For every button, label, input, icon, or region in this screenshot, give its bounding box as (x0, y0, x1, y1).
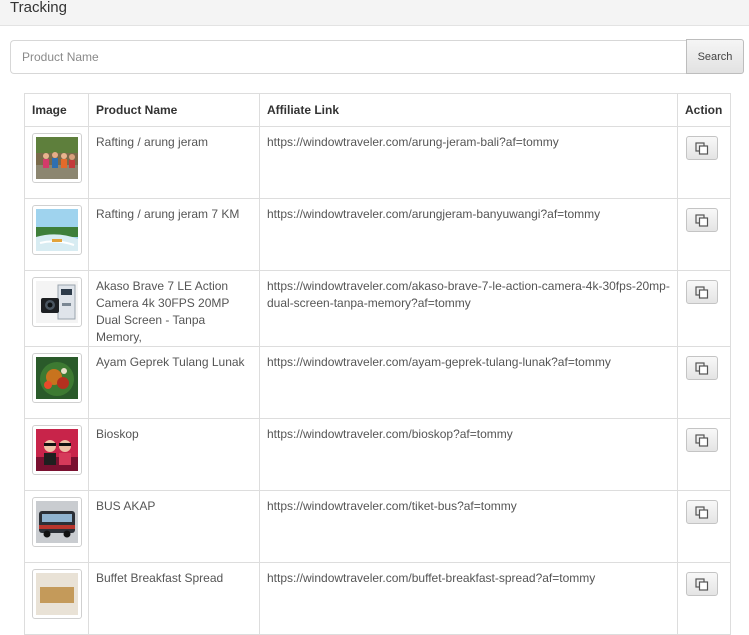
image-cell (24, 270, 89, 347)
search-input[interactable] (10, 40, 697, 74)
table-row: Ayam Geprek Tulang Lunak https://windowtr… (24, 346, 731, 419)
image-cell (24, 126, 89, 199)
action-cell (677, 126, 731, 199)
copy-link-button[interactable] (686, 356, 718, 380)
column-header-image: Image (24, 93, 89, 127)
copy-link-button[interactable] (686, 572, 718, 596)
copy-icon (695, 213, 709, 227)
product-thumbnail (32, 277, 82, 327)
copy-icon (695, 577, 709, 591)
table-header-row: Image Product Name Affiliate Link Action (24, 93, 731, 127)
product-thumbnail (32, 205, 82, 255)
image-cell (24, 346, 89, 419)
image-cell (24, 198, 89, 271)
copy-icon (695, 361, 709, 375)
search-button[interactable]: Search (686, 39, 744, 74)
copy-icon (695, 433, 709, 447)
copy-icon (695, 285, 709, 299)
header-bar: Tracking (0, 0, 749, 26)
affiliate-link-cell: https://windowtraveler.com/arung-jeram-b… (259, 126, 678, 199)
affiliate-link-cell: https://windowtraveler.com/arungjeram-ba… (259, 198, 678, 271)
action-cell (677, 270, 731, 347)
product-thumbnail (32, 133, 82, 183)
image-cell (24, 562, 89, 635)
copy-link-button[interactable] (686, 500, 718, 524)
product-name-cell: Rafting / arung jeram (88, 126, 260, 199)
action-cell (677, 346, 731, 419)
table-row: Bioskop https://windowtraveler.com/biosko… (24, 418, 731, 491)
search-bar: Search (10, 39, 744, 75)
product-name-cell: Ayam Geprek Tulang Lunak (88, 346, 260, 419)
copy-link-button[interactable] (686, 280, 718, 304)
product-name-cell: Buffet Breakfast Spread (88, 562, 260, 635)
table-row: Rafting / arung jeram https://windowtrave… (24, 126, 731, 199)
column-header-affiliate-link: Affiliate Link (259, 93, 678, 127)
copy-link-button[interactable] (686, 208, 718, 232)
product-name-cell: Rafting / arung jeram 7 KM (88, 198, 260, 271)
affiliate-link-cell: https://windowtraveler.com/akaso-brave-7… (259, 270, 678, 347)
product-thumbnail (32, 353, 82, 403)
affiliate-link-cell: https://windowtraveler.com/ayam-geprek-t… (259, 346, 678, 419)
affiliate-link-cell: https://windowtraveler.com/bioskop?af=to… (259, 418, 678, 491)
product-thumbnail (32, 425, 82, 475)
product-thumbnail (32, 497, 82, 547)
page-title: Tracking (10, 0, 67, 16)
column-header-action: Action (677, 93, 731, 127)
copy-link-button[interactable] (686, 136, 718, 160)
table-row: Akaso Brave 7 LE Action Camera 4k 30FPS … (24, 270, 731, 347)
product-name-cell: Bioskop (88, 418, 260, 491)
action-cell (677, 418, 731, 491)
affiliate-link-cell: https://windowtraveler.com/buffet-breakf… (259, 562, 678, 635)
image-cell (24, 418, 89, 491)
copy-icon (695, 505, 709, 519)
copy-icon (695, 141, 709, 155)
products-table: Image Product Name Affiliate Link Action… (24, 93, 731, 635)
action-cell (677, 198, 731, 271)
table-row: Rafting / arung jeram 7 KM https://window… (24, 198, 731, 271)
copy-link-button[interactable] (686, 428, 718, 452)
product-thumbnail (32, 569, 82, 619)
table-row: Buffet Breakfast Spread https://windowtra… (24, 562, 731, 635)
action-cell (677, 562, 731, 635)
product-name-cell: Akaso Brave 7 LE Action Camera 4k 30FPS … (88, 270, 260, 347)
column-header-product-name: Product Name (88, 93, 260, 127)
